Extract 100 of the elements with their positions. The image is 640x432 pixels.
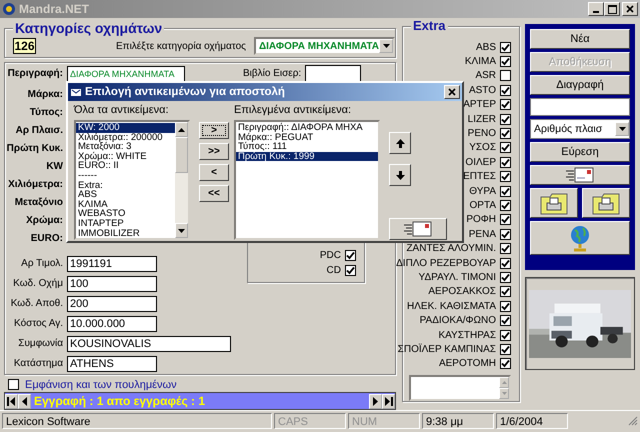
text-field[interactable]: 10.000.000 [67, 316, 157, 332]
resize-grip[interactable] [628, 416, 638, 426]
checkbox[interactable] [345, 264, 356, 276]
field-label: Χιλιόμετρα: [7, 179, 63, 190]
list-item[interactable]: Μεταξόνια: 3 [76, 142, 175, 152]
text-field[interactable] [305, 64, 362, 83]
minimize-button[interactable] [588, 2, 604, 16]
checkbox[interactable] [500, 128, 511, 140]
option-label: ΡΕΝΑ [468, 228, 496, 240]
list-item[interactable]: Χρώμα:: WHITE [76, 152, 175, 162]
maximize-button[interactable] [604, 2, 620, 16]
checkbox[interactable] [500, 171, 511, 182]
arrow-up-icon [396, 138, 404, 148]
first-record-button[interactable] [5, 394, 18, 409]
previous-icon [20, 396, 29, 406]
dialog-title: Επιλογή αντικειμένων για αποστολή [85, 86, 285, 98]
text-field[interactable]: 1991191 [67, 256, 157, 272]
list-label: Όλα τα αντικείμενα: [74, 104, 170, 118]
list-item[interactable]: WEBASTO [76, 209, 175, 219]
scroll-up-icon[interactable] [178, 128, 185, 132]
checkbox[interactable] [8, 379, 19, 390]
close-button[interactable] [444, 85, 460, 99]
list-item[interactable]: EURO:: II [76, 161, 175, 171]
checkbox[interactable] [500, 330, 511, 340]
list-item[interactable]: Περιγραφή:: ΔΙΑΦΟΡΑ ΜΗΧΑ [236, 123, 378, 133]
checkbox[interactable] [500, 286, 511, 298]
next-icon [371, 396, 380, 406]
last-record-button[interactable] [382, 394, 395, 409]
action-button[interactable]: Διαγραφή [530, 75, 630, 95]
field-label: Μεταξόνιο [14, 197, 63, 208]
checkbox[interactable] [500, 42, 511, 53]
status-panel: 9:38 μμ [422, 413, 494, 429]
previous-record-button[interactable] [18, 394, 31, 409]
checkbox[interactable] [500, 358, 511, 370]
checkbox[interactable] [500, 142, 511, 154]
checkbox[interactable] [500, 186, 511, 197]
field-label: Πρώτη Κυκ. [6, 143, 63, 154]
checkbox[interactable] [500, 99, 511, 110]
text-field[interactable]: ATHENS [67, 356, 157, 372]
option-label: ΗΛΕΚ. ΚΑΘΙΣΜΑΤΑ [407, 300, 496, 312]
text-field[interactable]: 200 [67, 296, 157, 312]
move-button[interactable]: < [199, 164, 229, 181]
checkbox[interactable] [500, 156, 511, 168]
action-button[interactable]: Εύρεση [530, 142, 630, 162]
checkbox[interactable] [500, 228, 511, 240]
checkbox[interactable] [500, 243, 511, 254]
send-button[interactable] [530, 165, 630, 185]
action-button[interactable]: Νέα [530, 29, 630, 49]
checkbox[interactable] [500, 200, 511, 211]
text-field[interactable]: ΔΙΑΦΟΡΑ ΜΗΧΑΝΗΜΑΤΑ [67, 66, 185, 82]
checkbox[interactable] [500, 258, 511, 269]
checkbox[interactable] [500, 344, 511, 355]
list-item[interactable]: INTAPTEP [76, 218, 175, 229]
list-item[interactable]: Μάρκα:: PEGUAT [236, 132, 378, 142]
field-label: Αρ Πλαισ. [14, 125, 63, 136]
checkbox[interactable] [500, 214, 511, 226]
checkbox[interactable] [500, 84, 511, 96]
arrow-down-icon [396, 170, 404, 180]
field-label: Κωδ. Οχήμ [12, 278, 63, 290]
category-dropdown[interactable]: ΔΙΑΦΟΡΑ ΜΗΧΑΝΗΜΑΤΑ [254, 37, 395, 55]
search-field[interactable] [530, 98, 630, 116]
scroll-bar[interactable] [175, 122, 188, 238]
close-button[interactable] [622, 2, 638, 16]
field-label: Κόστος Αγ. [13, 318, 63, 330]
list-item[interactable]: Extra: [76, 180, 175, 190]
print-button[interactable] [582, 188, 630, 218]
close-icon [626, 5, 634, 13]
option-label: ΚΑΥΣΤΗΡΑΣ [438, 330, 496, 340]
checkbox[interactable] [500, 300, 511, 312]
move-button[interactable]: > [199, 122, 229, 139]
move-button[interactable]: << [199, 185, 229, 202]
list-item[interactable]: IMMOBILIZER [76, 228, 175, 238]
text-field[interactable]: KOUSINOVALIS [67, 336, 231, 352]
checkbox[interactable] [500, 315, 511, 326]
checkbox[interactable] [345, 250, 356, 262]
checkbox[interactable] [500, 272, 511, 283]
list-item[interactable]: Πρώτη Κυκ.: 1999 [236, 152, 378, 162]
list-item[interactable]: ΚΛΙΜΑ [76, 200, 175, 210]
search-dropdown[interactable]: Αριθμός πλαισ [530, 119, 630, 139]
checkbox[interactable] [500, 114, 511, 125]
checkbox[interactable] [500, 70, 511, 82]
checkbox[interactable] [500, 56, 511, 68]
option-label: PDC [320, 250, 341, 262]
list-item[interactable]: Χιλιόμετρα:: 200000 [76, 132, 175, 142]
web-button[interactable] [530, 221, 630, 255]
first-icon [7, 396, 16, 406]
send-button[interactable] [389, 218, 447, 240]
move-up-button[interactable] [389, 132, 411, 154]
list-item[interactable]: Τύπος:: 111 [236, 142, 378, 152]
list-item[interactable]: ABS [76, 190, 175, 200]
print-button[interactable] [530, 188, 578, 218]
text-field[interactable]: 100 [67, 276, 157, 292]
scroll-down-icon[interactable] [178, 228, 185, 232]
list-item[interactable]: KW: 2000 [76, 123, 175, 133]
option-label: ΡΟΦΗ [466, 214, 496, 226]
next-record-button[interactable] [369, 394, 382, 409]
move-down-button[interactable] [389, 164, 411, 186]
list-item[interactable]: ------ [76, 170, 175, 181]
field-label: Συμφωνία [17, 338, 63, 350]
move-button[interactable]: >> [199, 143, 229, 160]
